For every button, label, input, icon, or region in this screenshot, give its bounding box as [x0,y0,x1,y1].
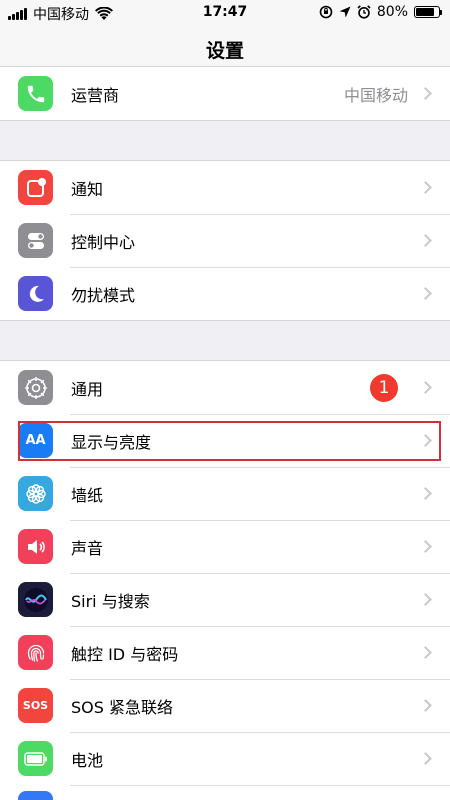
carrier-value: 中国移动 [343,85,408,105]
settings-row-notifications[interactable]: 通知 [0,161,450,214]
chevron-right-icon [419,287,432,300]
chevron-right-icon [419,181,432,194]
chevron-right-icon [419,87,432,100]
settings-row-label: SOS 紧急联络 [71,697,173,717]
chevron-right-icon [419,699,432,712]
siri-icon [18,582,53,617]
flower-icon [18,476,53,511]
update-badge: 1 [370,373,398,402]
orientation-lock-icon [319,5,333,19]
battery-percent: 80% [376,4,408,20]
chevron-right-icon [419,381,432,394]
settings-row-label: 显示与亮度 [71,432,152,452]
toggle-icon [18,223,53,258]
settings-row-label: 运营商 [71,85,120,105]
settings-row-do-not-disturb[interactable]: 勿扰模式 [0,267,450,320]
battery-fill [416,8,434,16]
settings-row-battery[interactable]: 电池 [0,732,450,785]
sos-icon-letters: SOS [22,699,49,712]
settings-row-touch-id[interactable]: 触控 ID 与密码 [0,626,450,679]
settings-row-privacy-partial[interactable] [0,785,450,800]
chevron-right-icon [419,234,432,247]
sos-icon: SOS [18,688,53,723]
settings-group-notifications: 通知 控制中心 勿扰模式 [0,160,450,321]
chevron-right-icon [419,487,432,500]
battery-indicator-icon [414,6,442,18]
speaker-icon [18,529,53,564]
alarm-icon [357,5,371,19]
settings-row-carrier[interactable]: 运营商 中国移动 [0,67,450,120]
settings-group-carrier: 运营商 中国移动 [0,66,450,121]
settings-row-label: 电池 [71,750,104,770]
status-bar: 中国移动 17:47 80% [0,0,450,26]
settings-row-label: 触控 ID 与密码 [71,644,179,664]
settings-row-label: 控制中心 [71,232,136,252]
settings-row-sounds[interactable]: 声音 [0,520,450,573]
text-size-icon: AA [18,423,53,458]
chevron-right-icon [419,540,432,553]
settings-row-label: 墙纸 [71,485,104,505]
settings-row-emergency-sos[interactable]: SOS SOS 紧急联络 [0,679,450,732]
moon-icon [18,276,53,311]
settings-row-label: 声音 [71,538,104,558]
phone-icon [18,76,53,111]
settings-row-display-brightness[interactable]: AA 显示与亮度 [0,414,450,467]
fingerprint-icon [18,635,53,670]
location-icon [339,6,351,18]
settings-row-siri[interactable]: Siri 与搜索 [0,573,450,626]
status-bar-right: 80% [313,4,442,20]
text-size-icon-letters: AA [25,433,46,448]
chevron-right-icon [419,593,432,606]
gear-icon [18,370,53,405]
settings-row-label: 勿扰模式 [71,285,136,305]
notification-icon [18,170,53,205]
hand-icon [18,791,53,800]
chevron-right-icon [419,434,432,447]
settings-row-general[interactable]: 通用 1 [0,361,450,414]
chevron-right-icon [419,646,432,659]
settings-group-general: 通用 1 AA 显示与亮度 墙纸 声音 Siri 与搜索 触控 ID 与密码 S… [0,360,450,800]
settings-row-label: 通用 [71,379,104,399]
settings-row-control-center[interactable]: 控制中心 [0,214,450,267]
battery-icon [18,741,53,776]
settings-row-label: 通知 [71,179,104,199]
chevron-right-icon [419,752,432,765]
settings-row-label: Siri 与搜索 [71,591,150,611]
settings-row-wallpaper[interactable]: 墙纸 [0,467,450,520]
